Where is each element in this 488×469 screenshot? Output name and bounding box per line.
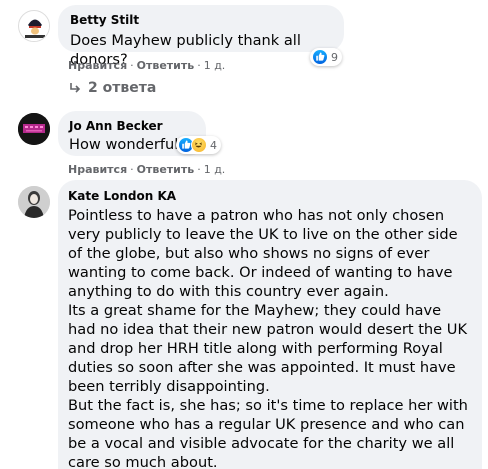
avatar-image <box>18 113 50 145</box>
timestamp[interactable]: 1 д. <box>204 59 226 72</box>
timestamp[interactable]: 1 д. <box>204 163 226 176</box>
reply-button[interactable]: Ответить <box>137 163 195 176</box>
reaction-summary[interactable]: 4 <box>176 136 221 154</box>
like-button[interactable]: Нравится <box>68 59 127 72</box>
comment-author[interactable]: Betty Stilt <box>70 12 332 28</box>
separator: · <box>197 163 201 176</box>
comment-paragraph: Its a great shame for the Mayhew; they c… <box>68 302 468 395</box>
comment-actions: Нравится · Ответить · 1 д. <box>68 163 225 176</box>
view-replies-button[interactable]: 2 ответа <box>68 80 156 96</box>
separator: · <box>130 163 134 176</box>
separator: · <box>130 59 134 72</box>
comment-author[interactable]: Kate London KA <box>68 188 470 204</box>
reaction-count: 4 <box>210 138 217 152</box>
comment-bubble: Kate London KA Pointless to have a patro… <box>58 180 482 469</box>
reply-arrow-icon <box>70 83 81 93</box>
avatar[interactable] <box>18 10 50 42</box>
haha-icon <box>191 137 207 153</box>
reaction-count: 9 <box>331 50 338 64</box>
comment-bubble: Betty Stilt Does Mayhew publicly thank a… <box>58 5 344 68</box>
like-icon <box>312 49 328 65</box>
comment-actions: Нравится · Ответить · 1 д. <box>68 59 225 72</box>
comment-paragraph: But the fact is, she has; so it's time t… <box>68 397 468 469</box>
reply-button[interactable]: Ответить <box>137 59 195 72</box>
avatar-image <box>18 186 50 218</box>
comment-author[interactable]: Jo Ann Becker <box>69 118 194 134</box>
avatar[interactable] <box>18 186 50 218</box>
like-button[interactable]: Нравится <box>68 163 127 176</box>
separator: · <box>197 59 201 72</box>
avatar[interactable] <box>18 113 50 145</box>
avatar-image <box>20 12 49 41</box>
reaction-summary[interactable]: 9 <box>310 48 342 66</box>
replies-count-label: 2 ответа <box>88 80 157 96</box>
comment-paragraph: Pointless to have a patron who has not o… <box>68 207 458 300</box>
